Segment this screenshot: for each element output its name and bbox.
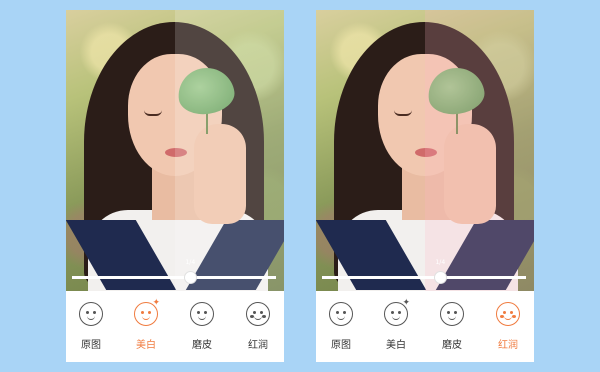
right-phone-screen: 1/4 原图 ✦ 美白 磨皮 红润 xyxy=(316,10,534,362)
smooth-face-icon xyxy=(190,302,214,326)
intensity-slider-track[interactable] xyxy=(322,276,526,279)
sparkle-face-icon: ✦ xyxy=(134,299,160,326)
slider-value-label: 1/4 xyxy=(435,259,446,266)
sparkle-face-icon: ✦ xyxy=(384,299,410,326)
neutral-face-icon xyxy=(79,302,103,326)
tool-whiten[interactable]: ✦ 美白 xyxy=(124,299,168,354)
portrait-photo xyxy=(316,10,534,291)
neutral-face-icon xyxy=(329,302,353,326)
tool-label: 磨皮 xyxy=(442,340,462,351)
tool-original[interactable]: 原图 xyxy=(319,302,363,354)
tool-label: 原图 xyxy=(81,340,101,351)
tool-label: 美白 xyxy=(136,340,156,351)
portrait-photo xyxy=(66,10,284,291)
tool-label: 美白 xyxy=(386,340,406,351)
tool-label: 原图 xyxy=(331,340,351,351)
comparison-overlay xyxy=(425,10,534,291)
intensity-slider-track[interactable] xyxy=(72,276,276,279)
tool-label: 红润 xyxy=(248,340,268,351)
tool-whiten[interactable]: ✦ 美白 xyxy=(374,299,418,354)
slider-value-label: 1/4 xyxy=(185,259,196,266)
tool-label: 磨皮 xyxy=(192,340,212,351)
left-phone-screen: 1/4 原图 ✦ 美白 磨皮 红润 xyxy=(66,10,284,362)
beauty-toolbar: 原图 ✦ 美白 磨皮 红润 xyxy=(66,291,284,362)
tool-smooth[interactable]: 磨皮 xyxy=(180,302,224,354)
blush-face-icon xyxy=(246,302,270,326)
tool-label: 红润 xyxy=(498,340,518,351)
blush-face-icon xyxy=(496,302,520,326)
tool-rosy[interactable]: 红润 xyxy=(236,302,280,354)
comparison-overlay xyxy=(175,10,284,291)
beauty-toolbar: 原图 ✦ 美白 磨皮 红润 xyxy=(316,291,534,362)
smooth-face-icon xyxy=(440,302,464,326)
tool-rosy[interactable]: 红润 xyxy=(486,302,530,354)
tool-smooth[interactable]: 磨皮 xyxy=(430,302,474,354)
tool-original[interactable]: 原图 xyxy=(69,302,113,354)
